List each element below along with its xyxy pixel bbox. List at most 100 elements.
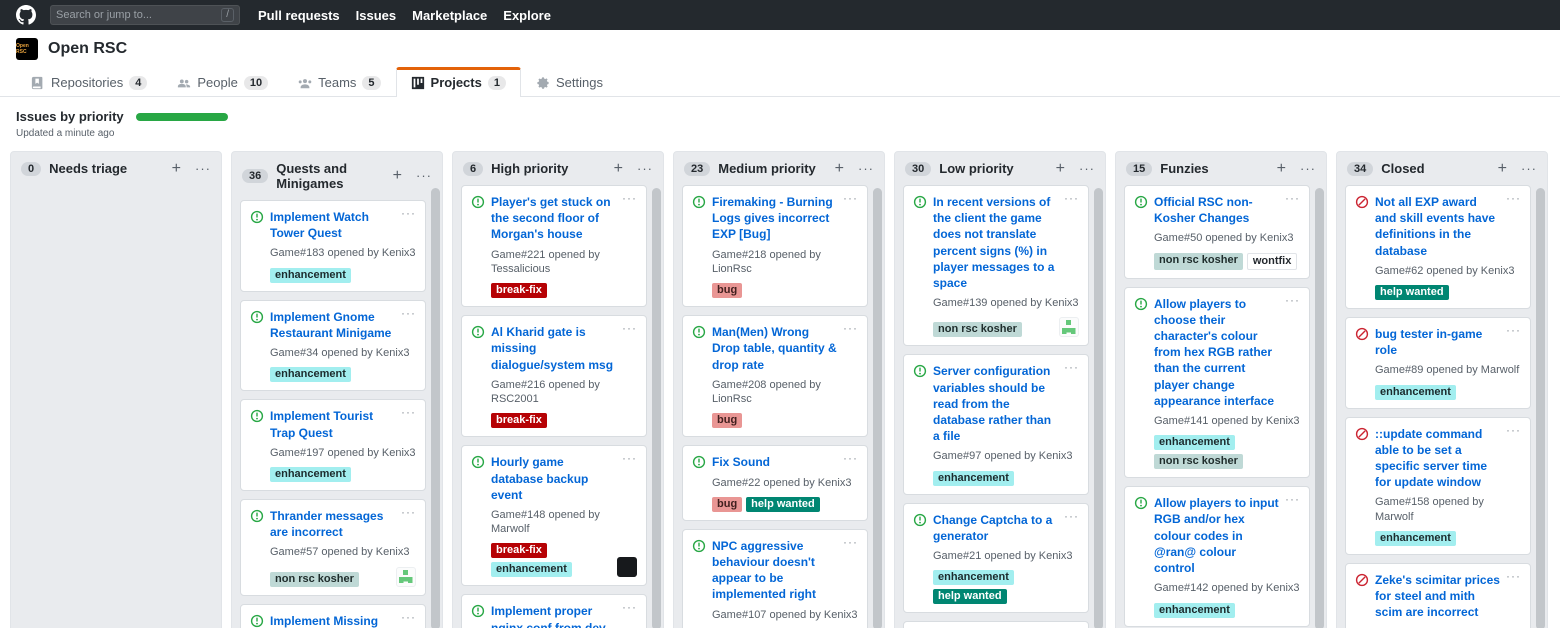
issue-title-link[interactable]: Hourly game database backup event [491, 454, 616, 503]
issue-card[interactable]: Implement correct adding/removing friend… [903, 621, 1089, 628]
add-card-button[interactable]: + [172, 162, 181, 176]
card-menu-button[interactable]: ··· [843, 324, 858, 332]
column-menu-button[interactable]: ··· [1521, 164, 1537, 174]
issue-card[interactable]: Allow players to choose their character'… [1124, 287, 1310, 479]
issue-card[interactable]: Implement Watch Tower Quest···Game#183 o… [240, 200, 426, 292]
card-menu-button[interactable]: ··· [1285, 495, 1300, 503]
card-menu-button[interactable]: ··· [401, 209, 416, 217]
issue-card[interactable]: Player's get stuck on the second floor o… [461, 185, 647, 307]
card-menu-button[interactable]: ··· [622, 194, 637, 202]
card-menu-button[interactable]: ··· [622, 603, 637, 611]
add-card-button[interactable]: + [614, 162, 623, 176]
card-menu-button[interactable]: ··· [843, 454, 858, 462]
issue-card[interactable]: bug tester in-game role···Game#89 opened… [1345, 317, 1531, 409]
card-menu-button[interactable]: ··· [401, 309, 416, 317]
nav-explore[interactable]: Explore [503, 8, 551, 23]
issue-title-link[interactable]: Implement Missing Fishing Contest Behavi… [270, 613, 395, 628]
issue-title-link[interactable]: Firemaking - Burning Logs gives incorrec… [712, 194, 837, 243]
issue-card[interactable]: Official RSC non-Kosher Changes···Game#5… [1124, 185, 1310, 279]
issue-card[interactable]: Zeke's scimitar prices for steel and mit… [1345, 563, 1531, 628]
project-title-link[interactable]: Issues by priority [16, 109, 124, 124]
add-card-button[interactable]: + [835, 162, 844, 176]
issue-card[interactable]: NPC aggressive behaviour doesn't appear … [682, 529, 868, 628]
issue-title-link[interactable]: Implement Gnome Restaurant Minigame [270, 309, 395, 341]
issue-card[interactable]: Change Captcha to a generator···Game#21 … [903, 503, 1089, 614]
add-card-button[interactable]: + [1498, 162, 1507, 176]
issue-card[interactable]: In recent versions of the client the gam… [903, 185, 1089, 346]
issue-title-link[interactable]: In recent versions of the client the gam… [933, 194, 1058, 291]
issue-title-link[interactable]: bug tester in-game role [1375, 326, 1500, 358]
card-menu-button[interactable]: ··· [1064, 512, 1079, 520]
tab-people[interactable]: People10 [162, 67, 283, 97]
column-menu-button[interactable]: ··· [416, 171, 432, 181]
issue-title-link[interactable]: Not all EXP award and skill events have … [1375, 194, 1500, 259]
column-scrollbar[interactable] [431, 188, 440, 628]
card-menu-button[interactable]: ··· [1506, 326, 1521, 334]
issue-card[interactable]: Fix Sound···Game#22 opened by Kenix3bugh… [682, 445, 868, 520]
issue-title-link[interactable]: Server configuration variables should be… [933, 363, 1058, 444]
issue-card[interactable]: Implement Tourist Trap Quest···Game#197 … [240, 399, 426, 491]
issue-card[interactable]: Man(Men) Wrong Drop table, quantity & dr… [682, 315, 868, 437]
issue-title-link[interactable]: NPC aggressive behaviour doesn't appear … [712, 538, 837, 603]
issue-title-link[interactable]: Man(Men) Wrong Drop table, quantity & dr… [712, 324, 837, 373]
card-menu-button[interactable]: ··· [1506, 194, 1521, 202]
issue-card[interactable]: Thrander messages are incorrect···Game#5… [240, 499, 426, 596]
add-card-button[interactable]: + [393, 169, 402, 183]
column-menu-button[interactable]: ··· [637, 164, 653, 174]
card-menu-button[interactable]: ··· [1064, 363, 1079, 371]
card-menu-button[interactable]: ··· [401, 508, 416, 516]
issue-title-link[interactable]: Change Captcha to a generator [933, 512, 1058, 544]
column-scrollbar[interactable] [1315, 188, 1324, 628]
card-menu-button[interactable]: ··· [1506, 572, 1521, 580]
issue-title-link[interactable]: Fix Sound [712, 454, 837, 470]
issue-card[interactable]: Al Kharid gate is missing dialogue/syste… [461, 315, 647, 437]
card-menu-button[interactable]: ··· [1285, 194, 1300, 202]
assignee-avatar[interactable] [617, 557, 637, 577]
org-name[interactable]: Open RSC [48, 40, 127, 58]
issue-card[interactable]: ::update command able to be set a specif… [1345, 417, 1531, 555]
issue-card[interactable]: Allow players to input RGB and/or hex co… [1124, 486, 1310, 626]
column-scrollbar[interactable] [1094, 188, 1103, 628]
issue-card[interactable]: Implement proper nginx conf from dev int… [461, 594, 647, 628]
issue-card[interactable]: Implement Gnome Restaurant Minigame···Ga… [240, 300, 426, 392]
card-menu-button[interactable]: ··· [1064, 194, 1079, 202]
issue-title-link[interactable]: Thrander messages are incorrect [270, 508, 395, 540]
issue-title-link[interactable]: Implement Tourist Trap Quest [270, 408, 395, 440]
issue-title-link[interactable]: Al Kharid gate is missing dialogue/syste… [491, 324, 616, 373]
issue-title-link[interactable]: Official RSC non-Kosher Changes [1154, 194, 1279, 226]
issue-card[interactable]: Server configuration variables should be… [903, 354, 1089, 494]
column-menu-button[interactable]: ··· [195, 164, 211, 174]
assignee-avatar[interactable] [1059, 317, 1079, 337]
column-menu-button[interactable]: ··· [1079, 164, 1095, 174]
issue-card[interactable]: Hourly game database backup event···Game… [461, 445, 647, 586]
issue-title-link[interactable]: Zeke's scimitar prices for steel and mit… [1375, 572, 1500, 621]
issue-title-link[interactable]: Player's get stuck on the second floor o… [491, 194, 616, 243]
card-menu-button[interactable]: ··· [622, 324, 637, 332]
card-menu-button[interactable]: ··· [843, 194, 858, 202]
tab-repositories[interactable]: Repositories4 [16, 67, 162, 97]
column-scrollbar[interactable] [652, 188, 661, 628]
column-scrollbar[interactable] [1536, 188, 1545, 628]
column-menu-button[interactable]: ··· [1300, 164, 1316, 174]
issue-title-link[interactable]: ::update command able to be set a specif… [1375, 426, 1500, 491]
assignee-avatar[interactable] [396, 567, 416, 587]
add-card-button[interactable]: + [1277, 162, 1286, 176]
search-input[interactable] [56, 9, 221, 21]
card-menu-button[interactable]: ··· [1285, 296, 1300, 304]
global-search[interactable]: / [50, 5, 240, 25]
issue-card[interactable]: Implement Missing Fishing Contest Behavi… [240, 604, 426, 628]
nav-issues[interactable]: Issues [356, 8, 396, 23]
nav-pull-requests[interactable]: Pull requests [258, 8, 340, 23]
column-scrollbar[interactable] [873, 188, 882, 628]
card-menu-button[interactable]: ··· [401, 613, 416, 621]
issue-title-link[interactable]: Allow players to input RGB and/or hex co… [1154, 495, 1279, 576]
github-logo-icon[interactable] [16, 5, 36, 25]
column-menu-button[interactable]: ··· [858, 164, 874, 174]
add-card-button[interactable]: + [1056, 162, 1065, 176]
tab-teams[interactable]: Teams5 [283, 67, 395, 97]
issue-title-link[interactable]: Implement proper nginx conf from dev int… [491, 603, 616, 628]
nav-marketplace[interactable]: Marketplace [412, 8, 487, 23]
card-menu-button[interactable]: ··· [622, 454, 637, 462]
tab-settings[interactable]: Settings [521, 67, 618, 97]
card-menu-button[interactable]: ··· [843, 538, 858, 546]
